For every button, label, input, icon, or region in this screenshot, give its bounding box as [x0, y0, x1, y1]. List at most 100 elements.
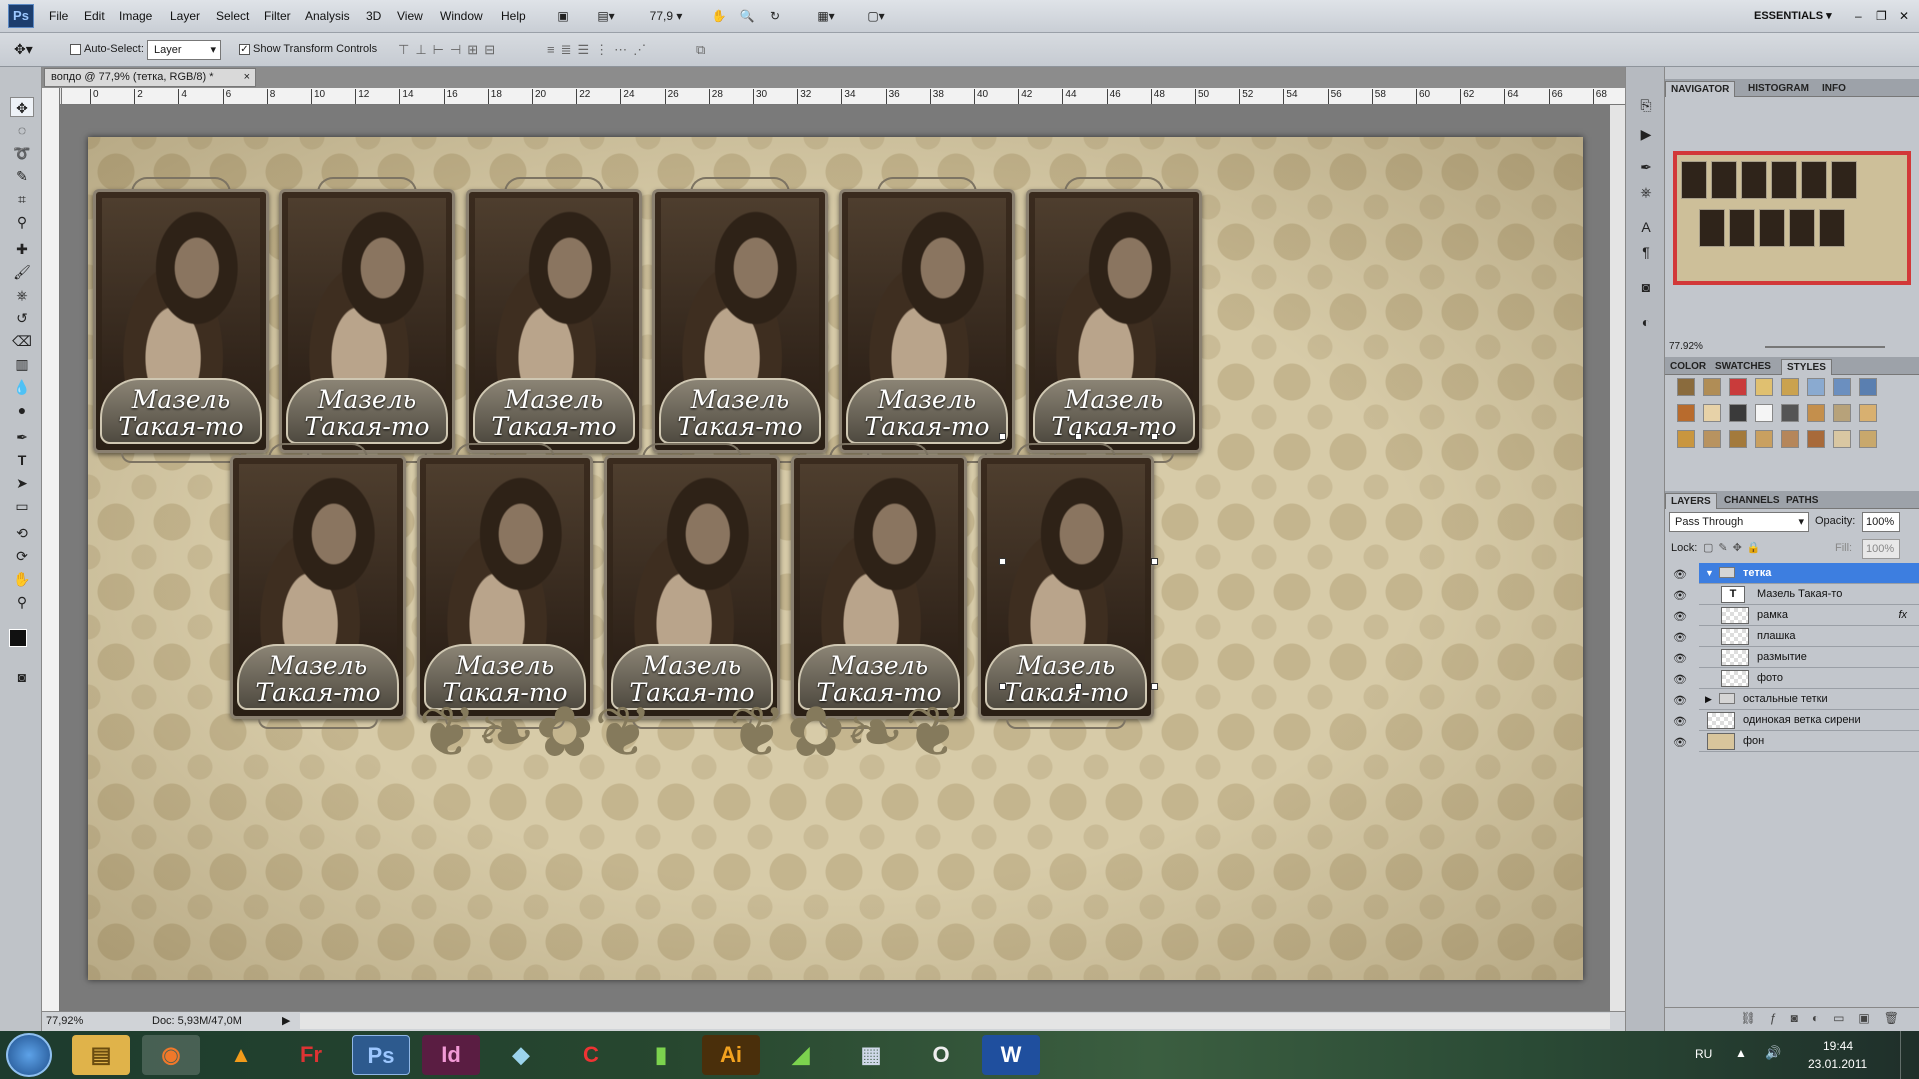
- layer-visibility-eye-icon[interactable]: 👁: [1672, 714, 1688, 730]
- photoshop-taskbar-icon[interactable]: Ps: [352, 1035, 410, 1075]
- marquee-tool-icon[interactable]: ◌: [10, 120, 34, 140]
- distribute-buttons-group[interactable]: ≡≣☰⋮⋯⋰: [547, 42, 667, 58]
- tab-histogram[interactable]: HISTOGRAM: [1743, 81, 1814, 97]
- portrait-card[interactable]: Мазель Такая-то: [604, 443, 780, 729]
- zoom-level-dropdown[interactable]: 77,9 ▾: [640, 6, 692, 26]
- status-menu-arrow-icon[interactable]: ▶: [282, 1012, 290, 1030]
- portrait-card[interactable]: Мазель Такая-то: [1026, 177, 1202, 463]
- menu-layer[interactable]: Layer: [170, 9, 200, 23]
- portrait-card[interactable]: Мазель Такая-то: [279, 177, 455, 463]
- style-swatch[interactable]: [1677, 430, 1695, 448]
- healing-brush-icon[interactable]: ✚: [10, 239, 34, 259]
- tab-info[interactable]: INFO: [1817, 81, 1851, 97]
- portrait-card[interactable]: Мазель Такая-то: [417, 443, 593, 729]
- restore-button[interactable]: ❐: [1876, 9, 1887, 23]
- hand-tool-icon[interactable]: ✋: [708, 6, 730, 26]
- bridge-icon[interactable]: ▣: [552, 6, 574, 26]
- lock-buttons[interactable]: ▢✎✥🔒: [1703, 541, 1766, 554]
- style-swatch[interactable]: [1807, 404, 1825, 422]
- show-desktop-button[interactable]: [1900, 1031, 1919, 1079]
- menu-analysis[interactable]: Analysis: [305, 9, 350, 23]
- close-button[interactable]: ✕: [1899, 9, 1909, 23]
- menu-select[interactable]: Select: [216, 9, 249, 23]
- lasso-tool-icon[interactable]: ➰: [10, 143, 34, 163]
- style-swatch[interactable]: [1781, 378, 1799, 396]
- navigator-thumbnail[interactable]: [1673, 151, 1911, 285]
- clone-stamp-icon[interactable]: ⎈: [10, 285, 34, 305]
- crop-tool-icon[interactable]: ⌗: [10, 189, 34, 209]
- layers-panel-footer-buttons[interactable]: ⛓ƒ◙◐▭▣🗑: [1665, 1007, 1919, 1029]
- blend-mode-dropdown[interactable]: Pass Through ▾: [1669, 512, 1809, 532]
- word-taskbar-icon[interactable]: W: [982, 1035, 1040, 1075]
- brushes-panel-icon[interactable]: ✒: [1634, 157, 1658, 177]
- style-swatch[interactable]: [1859, 378, 1877, 396]
- tab-channels[interactable]: CHANNELS: [1719, 493, 1785, 509]
- notes-taskbar-icon[interactable]: ◆: [492, 1035, 550, 1075]
- style-swatch[interactable]: [1781, 404, 1799, 422]
- auto-select-dropdown[interactable]: Layer ▾: [147, 40, 221, 60]
- 3d-panel-icon[interactable]: ◙: [1634, 277, 1658, 297]
- type-tool-icon[interactable]: T: [10, 450, 34, 470]
- style-swatch[interactable]: [1703, 378, 1721, 396]
- canvas-area[interactable]: Мазель Такая-то Мазель Такая-то Мазель Такая-…: [60, 105, 1625, 1011]
- character-panel-icon[interactable]: A: [1634, 217, 1658, 237]
- calculator-taskbar-icon[interactable]: ▦: [842, 1035, 900, 1075]
- style-swatch[interactable]: [1755, 378, 1773, 396]
- style-swatch[interactable]: [1677, 404, 1695, 422]
- start-button[interactable]: [6, 1033, 52, 1077]
- blur-tool-icon[interactable]: 💧: [10, 377, 34, 397]
- style-swatch[interactable]: [1859, 404, 1877, 422]
- style-swatch[interactable]: [1859, 430, 1877, 448]
- align-buttons-group[interactable]: ⊤⊥⊢⊣⊞⊟: [398, 42, 528, 58]
- quick-mask-icon[interactable]: ◙: [10, 667, 34, 687]
- history-panel-icon[interactable]: ⎘: [1634, 95, 1658, 115]
- show-transform-checkbox[interactable]: ✓: [239, 44, 250, 55]
- layer-visibility-eye-icon[interactable]: 👁: [1672, 630, 1688, 646]
- style-swatch[interactable]: [1807, 430, 1825, 448]
- framemaker-taskbar-icon[interactable]: Fr: [282, 1035, 340, 1075]
- layer-visibility-eye-icon[interactable]: 👁: [1672, 693, 1688, 709]
- menu-window[interactable]: Window: [440, 9, 483, 23]
- tray-expand-icon[interactable]: ▲: [1735, 1046, 1747, 1060]
- transform-handle-tl[interactable]: [999, 433, 1006, 440]
- dodge-tool-icon[interactable]: ●: [10, 400, 34, 420]
- move-tool-icon[interactable]: ✥: [10, 97, 34, 117]
- clock-time[interactable]: 19:44: [1823, 1039, 1853, 1053]
- layer-visibility-eye-icon[interactable]: 👁: [1672, 651, 1688, 667]
- layer-row[interactable]: фон: [1699, 731, 1919, 752]
- layer-row[interactable]: плашка: [1699, 626, 1919, 647]
- evernote-taskbar-icon[interactable]: ◢: [772, 1035, 830, 1075]
- eyedropper-tool-icon[interactable]: ⚲: [10, 212, 34, 232]
- menu-help[interactable]: Help: [501, 9, 526, 23]
- tab-color[interactable]: COLOR: [1665, 359, 1711, 375]
- style-swatch[interactable]: [1833, 378, 1851, 396]
- navigator-zoom-slider[interactable]: [1765, 346, 1885, 348]
- menu-view[interactable]: View: [397, 9, 423, 23]
- shape-tool-icon[interactable]: ▭: [10, 496, 34, 516]
- style-swatch[interactable]: [1703, 430, 1721, 448]
- foreground-color-swatch[interactable]: [9, 629, 27, 647]
- style-swatch[interactable]: [1755, 430, 1773, 448]
- zoom-tool-icon[interactable]: 🔍: [736, 6, 758, 26]
- layer-row[interactable]: рамка fx: [1699, 605, 1919, 626]
- workspace-switcher[interactable]: ESSENTIALS ▾: [1754, 9, 1832, 22]
- transform-handle-tr[interactable]: [1151, 433, 1158, 440]
- portrait-card[interactable]: Мазель Такая-то: [978, 443, 1154, 729]
- transform-handle-bm[interactable]: [1075, 683, 1082, 690]
- menu-edit[interactable]: Edit: [84, 9, 105, 23]
- tab-paths[interactable]: PATHS: [1781, 493, 1823, 509]
- paragraph-panel-icon[interactable]: ¶: [1634, 242, 1658, 262]
- style-swatch[interactable]: [1781, 430, 1799, 448]
- zoom-tool-icon[interactable]: ⚲: [10, 592, 34, 612]
- portrait-card[interactable]: Мазель Такая-то: [466, 177, 642, 463]
- outlook-taskbar-icon[interactable]: O: [912, 1035, 970, 1075]
- minimize-button[interactable]: –: [1855, 9, 1862, 23]
- layer-row[interactable]: фото: [1699, 668, 1919, 689]
- firefox-taskbar-icon[interactable]: ◉: [142, 1035, 200, 1075]
- vertical-ruler[interactable]: [42, 88, 60, 1011]
- move-tool-preset-icon[interactable]: ✥▾: [14, 41, 52, 59]
- horizontal-scrollbar[interactable]: [300, 1013, 1610, 1029]
- tab-styles[interactable]: STYLES: [1781, 359, 1832, 375]
- style-swatch[interactable]: [1729, 404, 1747, 422]
- fill-field[interactable]: 100%: [1862, 539, 1900, 559]
